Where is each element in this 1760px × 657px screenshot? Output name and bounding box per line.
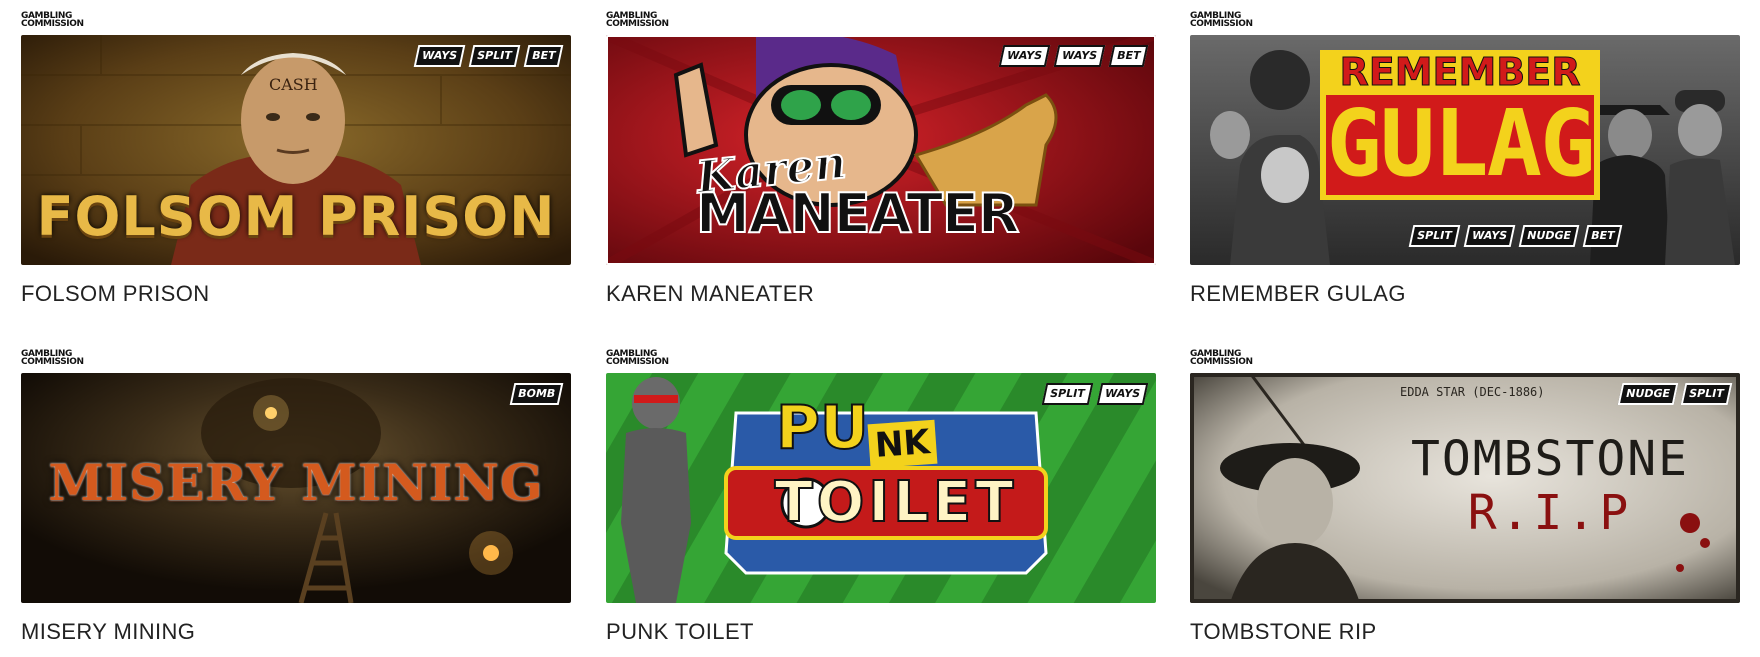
game-thumbnail[interactable]: CASH FOLSOM PRISON WAYS SPLIT BET: [21, 35, 571, 265]
feature-badge: WAYS: [413, 45, 466, 67]
gambling-commission-label: GAMBLING COMMISSION: [606, 11, 669, 29]
gambling-commission-label: GAMBLING COMMISSION: [21, 11, 84, 29]
feature-badge: WAYS: [1463, 225, 1516, 247]
feature-badge: SPLIT: [1042, 383, 1094, 405]
game-thumbnail[interactable]: MISERY MINING BOMB: [21, 373, 571, 603]
feature-badge: NUDGE: [1617, 383, 1678, 405]
feature-badges: SPLIT WAYS NUDGE BET: [1408, 225, 1623, 247]
feature-badge: BET: [1108, 45, 1149, 67]
feature-badge: WAYS: [1096, 383, 1149, 405]
feature-badge: BET: [1582, 225, 1623, 247]
game-grid: GAMBLING COMMISSION CASH FOLSOM PRISON W…: [0, 0, 1760, 657]
feature-badges: BOMB: [509, 383, 564, 405]
game-title[interactable]: PUNK TOILET: [606, 619, 754, 645]
gambling-commission-label: GAMBLING COMMISSION: [606, 349, 669, 367]
game-title[interactable]: TOMBSTONE RIP: [1190, 619, 1377, 645]
game-logo: FOLSOM PRISON: [36, 185, 556, 248]
feature-badge: WAYS: [1053, 45, 1105, 67]
gambling-commission-label: GAMBLING COMMISSION: [1190, 349, 1253, 367]
game-subtitle: EDDA STAR (DEC-1886): [1400, 385, 1545, 399]
game-title[interactable]: FOLSOM PRISON: [21, 281, 210, 307]
gambling-commission-label: GAMBLING COMMISSION: [21, 349, 84, 367]
gambling-commission-label: GAMBLING COMMISSION: [1190, 11, 1253, 29]
game-thumbnail[interactable]: PU NK TOILET SPLIT WAYS: [606, 373, 1156, 603]
feature-badge: SPLIT: [1681, 383, 1733, 405]
feature-badge: WAYS: [998, 45, 1050, 67]
game-thumbnail[interactable]: Karen MANEATER WAYS WAYS BET: [606, 35, 1156, 265]
game-title[interactable]: MISERY MINING: [21, 619, 195, 645]
feature-badge: BOMB: [509, 383, 564, 405]
game-thumbnail[interactable]: EDDA STAR (DEC-1886) TOMBSTONE R.I.P NUD…: [1190, 373, 1740, 603]
tattoo-text: CASH: [269, 75, 318, 94]
feature-badges: NUDGE SPLIT: [1617, 383, 1733, 405]
feature-badges: WAYS WAYS BET: [998, 45, 1149, 67]
feature-badges: SPLIT WAYS: [1042, 383, 1149, 405]
game-title[interactable]: REMEMBER GULAG: [1190, 281, 1406, 307]
game-title[interactable]: KAREN MANEATER: [606, 281, 814, 307]
game-logo: REMEMBER GULAG: [1326, 50, 1596, 197]
game-logo: PU NK: [775, 392, 937, 469]
game-logo-subtitle: TOILET: [774, 469, 1018, 536]
game-logo: MISERY MINING: [48, 453, 544, 512]
feature-badge: SPLIT: [1408, 225, 1461, 247]
game-logo: TOMBSTONE R.I.P: [1410, 431, 1690, 541]
game-thumbnail[interactable]: REMEMBER GULAG SPLIT WAYS NUDGE BET: [1190, 35, 1740, 265]
feature-badge: SPLIT: [468, 45, 520, 67]
feature-badge: NUDGE: [1518, 225, 1579, 247]
feature-badges: WAYS SPLIT BET: [413, 45, 564, 67]
feature-badge: BET: [523, 45, 564, 67]
game-logo: Karen MANEATER: [693, 136, 1020, 245]
